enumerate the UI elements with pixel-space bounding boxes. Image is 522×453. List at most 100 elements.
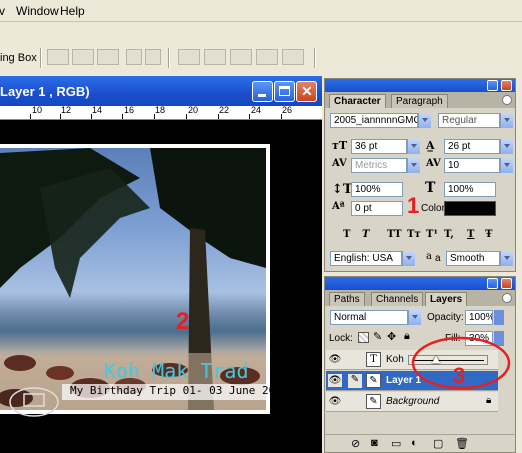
options-bar: ing Box <box>0 22 522 76</box>
antialias-field[interactable]: Smooth <box>446 251 500 266</box>
tracking-dropdown[interactable] <box>500 158 513 173</box>
horizontal-scale-icon: T <box>425 180 436 196</box>
align-bottom-icon[interactable] <box>97 49 119 65</box>
superscript-button[interactable]: T¹ <box>426 229 438 240</box>
text-color-swatch[interactable] <box>444 201 496 216</box>
menu-window[interactable]: Window <box>16 4 59 18</box>
font-style-dropdown[interactable] <box>500 113 513 128</box>
panel-menu-icon[interactable] <box>502 95 512 105</box>
bounding-box-label[interactable]: ing Box <box>0 52 37 64</box>
new-group-icon[interactable]: ▭ <box>391 437 401 450</box>
align-top-icon[interactable] <box>47 49 69 65</box>
layer-name: Koh <box>386 354 404 365</box>
distribute-vcenter-icon[interactable] <box>204 49 226 65</box>
distribute-right-icon[interactable] <box>282 49 304 65</box>
strikethrough-button[interactable]: Ŧ <box>485 229 492 240</box>
panel-minimize-button[interactable] <box>487 80 498 91</box>
tracking-icon: AV <box>426 158 441 169</box>
vertical-scale-icon: ↕T <box>332 182 353 197</box>
menu-help[interactable]: Help <box>60 4 85 18</box>
vertical-scale-field[interactable]: 100% <box>351 182 403 197</box>
small-caps-button[interactable]: Tт <box>407 229 421 240</box>
align-vcenter-icon[interactable] <box>72 49 94 65</box>
image-subtitle-text: My Birthday Trip 01- 03 June 2007 <box>62 384 270 400</box>
distribute-top-icon[interactable] <box>178 49 200 65</box>
tab-paragraph[interactable]: Paragraph <box>391 94 448 108</box>
antialias-label: a <box>435 253 441 264</box>
document-title: Layer 1 , RGB) <box>0 84 90 99</box>
character-tabbar: Character Paragraph <box>325 92 515 108</box>
photo-frame: Koh Mak Trad My Birthday Trip 01- 03 Jun… <box>0 144 270 417</box>
underline-button[interactable]: T <box>467 229 474 240</box>
maximize-icon <box>279 86 290 96</box>
menu-view[interactable]: v <box>0 4 5 18</box>
tab-channels[interactable]: Channels <box>371 292 424 306</box>
distribute-bottom-icon[interactable] <box>230 49 252 65</box>
tab-character[interactable]: Character <box>329 94 386 108</box>
leading-dropdown[interactable] <box>500 139 513 154</box>
layers-panel-titlebar[interactable] <box>325 277 515 290</box>
language-field[interactable]: English: USA <box>330 251 402 266</box>
close-button[interactable]: ✕ <box>296 81 317 102</box>
tab-paths[interactable]: Paths <box>329 292 365 306</box>
opacity-arrow-icon[interactable] <box>494 310 504 325</box>
panel-minimize-button[interactable] <box>487 278 498 289</box>
language-dropdown[interactable] <box>402 251 415 266</box>
tab-layers[interactable]: Layers <box>425 292 468 306</box>
blend-mode-field[interactable]: Normal <box>330 310 408 325</box>
minimize-button[interactable] <box>252 81 273 102</box>
panel-close-button[interactable] <box>501 278 512 289</box>
document-window: Layer 1 , RGB) ✕ 10 12 14 16 18 20 22 24… <box>0 76 322 453</box>
blend-mode-dropdown[interactable] <box>408 310 421 325</box>
align-hcenter-icon[interactable] <box>145 49 161 65</box>
character-panel: Character Paragraph 2005_iannnnnGMO Regu… <box>324 78 516 272</box>
close-icon: ✕ <box>301 83 313 99</box>
annotation-1: 1 <box>407 193 420 218</box>
lock-all-icon[interactable]: 🔒︎ <box>404 330 410 343</box>
new-layer-icon[interactable]: ▢ <box>433 437 443 450</box>
layer-style-icon[interactable]: ⊘ <box>351 437 360 450</box>
panel-menu-icon[interactable] <box>502 293 512 303</box>
canvas-area[interactable]: Koh Mak Trad My Birthday Trip 01- 03 Jun… <box>0 120 322 453</box>
lock-transparency-icon[interactable] <box>358 332 369 343</box>
font-family-dropdown[interactable] <box>418 113 431 128</box>
menu-bar: v Window Help <box>0 0 522 22</box>
annotation-3: 3 <box>453 363 466 388</box>
layer-mask-icon[interactable]: ◙ <box>371 437 378 449</box>
layer-row-background[interactable]: 👁︎ ✎ Background 🔒︎ <box>326 392 498 412</box>
all-caps-button[interactable]: TT <box>387 229 402 240</box>
adjustment-layer-icon[interactable]: ◐ <box>411 437 418 449</box>
delete-layer-icon[interactable]: 🗑︎ <box>455 437 469 450</box>
antialias-dropdown[interactable] <box>500 251 513 266</box>
maximize-button[interactable] <box>274 81 295 102</box>
eye-icon[interactable]: 👁︎ <box>328 374 342 387</box>
subscript-button[interactable]: T, <box>444 229 454 240</box>
tracking-field[interactable]: 10 <box>444 158 500 173</box>
font-size-field[interactable]: 36 pt <box>351 139 407 154</box>
eye-icon[interactable]: 👁︎ <box>328 395 342 408</box>
ruler-label: 20 <box>188 105 199 115</box>
distribute-left-icon[interactable] <box>256 49 278 65</box>
font-style-field[interactable]: Regular <box>438 113 500 128</box>
character-panel-titlebar[interactable] <box>325 79 515 92</box>
eye-icon[interactable]: 👁︎ <box>328 353 342 366</box>
document-titlebar[interactable]: Layer 1 , RGB) ✕ <box>0 76 322 106</box>
font-family-field[interactable]: 2005_iannnnnGMO <box>330 113 418 128</box>
leading-field[interactable]: 26 pt <box>444 139 500 154</box>
opacity-field[interactable]: 100% <box>465 310 493 325</box>
font-size-dropdown[interactable] <box>407 139 420 154</box>
horizontal-scale-field[interactable]: 100% <box>444 182 496 197</box>
kerning-dropdown[interactable] <box>407 158 420 173</box>
watermark-logo <box>9 387 59 417</box>
align-left-icon[interactable] <box>126 49 142 65</box>
lock-position-icon[interactable]: ✥ <box>387 330 396 343</box>
baseline-shift-field[interactable]: 0 pt <box>351 201 403 216</box>
panel-close-button[interactable] <box>501 80 512 91</box>
leading-icon: A̲ <box>426 139 435 152</box>
faux-italic-button[interactable]: T <box>362 229 369 240</box>
kerning-field[interactable]: Metrics <box>351 158 407 173</box>
lock-pixels-icon[interactable]: ✎ <box>373 330 382 343</box>
layer-thumbnail: ✎ <box>366 373 381 388</box>
faux-bold-button[interactable]: T <box>343 229 350 240</box>
ruler-label: 22 <box>219 105 230 115</box>
